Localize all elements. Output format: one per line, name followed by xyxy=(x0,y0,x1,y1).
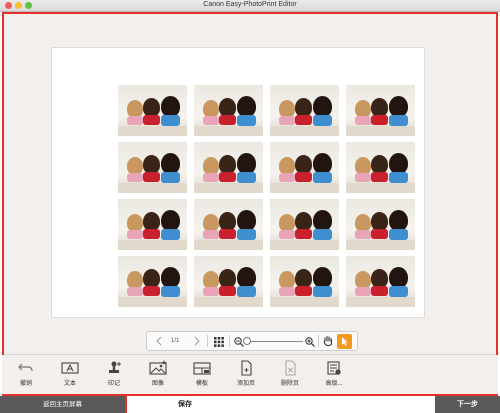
select-tool-button[interactable] xyxy=(337,334,352,349)
photo-thumbnail[interactable] xyxy=(194,199,263,250)
add-stamp-button[interactable]: 印记 xyxy=(90,355,138,394)
zoom-in-icon[interactable] xyxy=(305,336,315,354)
undo-button[interactable]: 撤销 xyxy=(2,355,50,394)
photo-thumbnail[interactable] xyxy=(194,85,263,136)
delete-page-icon xyxy=(285,360,296,376)
return-home-button[interactable]: 返回主页屏幕 xyxy=(0,396,125,413)
image-label: 图像 xyxy=(151,381,164,387)
delete-page-label: 删除页 xyxy=(280,381,299,387)
divider xyxy=(207,335,208,347)
photo-thumbnail[interactable] xyxy=(346,142,415,193)
photo-thumbnail[interactable] xyxy=(194,142,263,193)
template-button[interactable]: 模板 xyxy=(178,355,226,394)
template-icon xyxy=(193,362,211,375)
undo-icon xyxy=(18,363,33,372)
page-navigation-bar: 1/1 xyxy=(146,331,358,351)
add-image-button[interactable]: 图像 xyxy=(134,355,182,394)
add-text-button[interactable]: 文本 xyxy=(46,355,94,394)
divider xyxy=(229,335,230,347)
text-box-icon xyxy=(61,362,79,374)
title-bar: Canon Easy-PhotoPrint Editor xyxy=(0,0,500,12)
advanced-button[interactable]: 高级... xyxy=(310,355,358,394)
next-button[interactable]: 下一步 xyxy=(435,396,500,413)
bottom-action-bar: 返回主页屏幕 保存 下一步 xyxy=(0,396,500,413)
hand-tool-icon[interactable] xyxy=(323,335,333,354)
undo-label: 撤销 xyxy=(19,381,32,387)
photo-thumbnail[interactable] xyxy=(118,85,187,136)
editor-frame: 1/1 xyxy=(2,12,498,396)
photo-thumbnail[interactable] xyxy=(346,199,415,250)
page-indicator: 1/1 xyxy=(171,338,180,344)
grid-view-icon[interactable] xyxy=(214,336,224,354)
stamp-label: 印记 xyxy=(107,381,120,387)
window-title: Canon Easy-PhotoPrint Editor xyxy=(203,1,297,8)
add-page-button[interactable]: 添加页 xyxy=(222,355,270,394)
stamp-icon xyxy=(109,361,121,373)
add-page-label: 添加页 xyxy=(236,381,255,387)
photo-thumbnail[interactable] xyxy=(346,85,415,136)
advanced-label: 高级... xyxy=(325,381,343,387)
template-label: 模板 xyxy=(195,381,208,387)
delete-page-button[interactable]: 删除页 xyxy=(266,355,314,394)
save-button[interactable]: 保存 xyxy=(125,396,435,413)
photo-thumbnail[interactable] xyxy=(270,142,339,193)
zoom-slider-track[interactable] xyxy=(245,341,303,342)
photo-thumbnail[interactable] xyxy=(270,85,339,136)
select-arrow-icon xyxy=(342,337,348,346)
zoom-slider-handle[interactable] xyxy=(243,337,251,345)
photo-thumbnail[interactable] xyxy=(118,256,187,307)
edit-toolbar: 撤销 文本 印记 图像 模板 添加页 删除页 高级... xyxy=(2,355,498,394)
add-page-icon xyxy=(241,360,252,376)
photo-thumbnail[interactable] xyxy=(346,256,415,307)
print-canvas[interactable] xyxy=(51,47,425,318)
text-label: 文本 xyxy=(63,381,76,387)
image-icon xyxy=(149,360,167,375)
photo-thumbnail[interactable] xyxy=(270,199,339,250)
photo-thumbnail[interactable] xyxy=(118,142,187,193)
photo-thumbnail[interactable] xyxy=(194,256,263,307)
photo-thumbnail[interactable] xyxy=(118,199,187,250)
divider xyxy=(318,335,319,347)
advanced-icon xyxy=(327,361,341,375)
photo-thumbnail[interactable] xyxy=(270,256,339,307)
